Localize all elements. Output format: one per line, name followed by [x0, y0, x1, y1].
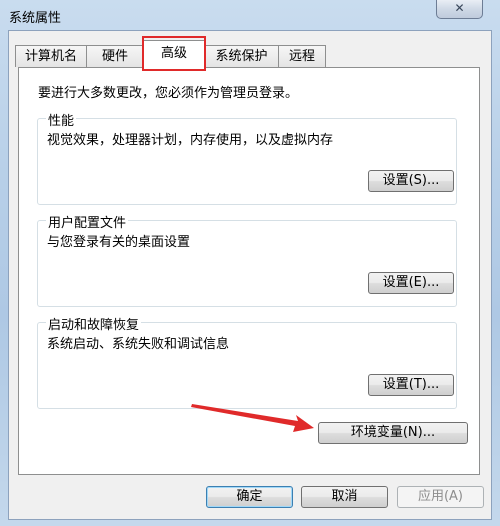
tab-advanced[interactable]: 高级 — [143, 40, 205, 68]
close-icon: ✕ — [454, 1, 465, 15]
cancel-button[interactable]: 取消 — [301, 486, 388, 508]
advanced-panel: 要进行大多数更改，您必须作为管理员登录。 性能 视觉效果，处理器计划，内存使用，… — [18, 67, 480, 475]
startup-recovery-title: 启动和故障恢复 — [46, 314, 142, 333]
user-profiles-title: 用户配置文件 — [46, 212, 129, 231]
user-profiles-group: 用户配置文件 与您登录有关的桌面设置 设置(E)... — [37, 212, 457, 307]
tab-label: 高级 — [160, 46, 187, 61]
user-profiles-settings-button[interactable]: 设置(E)... — [368, 272, 454, 294]
window-title: 系统属性 — [9, 11, 62, 26]
tab-computer-name[interactable]: 计算机名 — [15, 45, 87, 67]
tab-hardware[interactable]: 硬件 — [86, 45, 144, 67]
tab-system-protection[interactable]: 系统保护 — [204, 45, 279, 67]
performance-title: 性能 — [46, 110, 77, 129]
admin-note: 要进行大多数更改，您必须作为管理员登录。 — [38, 86, 299, 101]
tab-remote[interactable]: 远程 — [278, 45, 326, 67]
tab-label: 计算机名 — [24, 49, 77, 64]
apply-button[interactable]: 应用(A) — [397, 486, 484, 508]
environment-variables-button[interactable]: 环境变量(N)... — [318, 422, 468, 444]
tab-label: 远程 — [288, 49, 315, 64]
performance-settings-button[interactable]: 设置(S)... — [368, 170, 454, 192]
performance-description: 视觉效果，处理器计划，内存使用，以及虚拟内存 — [47, 133, 334, 148]
tab-label: 硬件 — [101, 49, 128, 64]
startup-recovery-description: 系统启动、系统失败和调试信息 — [47, 337, 230, 352]
tab-label: 系统保护 — [215, 49, 268, 64]
ok-button[interactable]: 确定 — [206, 486, 293, 508]
startup-recovery-settings-button[interactable]: 设置(T)... — [368, 374, 454, 396]
close-button[interactable]: ✕ — [436, 0, 483, 19]
startup-recovery-group: 启动和故障恢复 系统启动、系统失败和调试信息 设置(T)... — [37, 314, 457, 409]
dialog-client: 计算机名 硬件 高级 系统保护 远程 要进行大多数更改，您必须作为管理员登录。 … — [8, 30, 492, 520]
title-bar[interactable]: 系统属性 ✕ — [0, 0, 500, 30]
performance-group: 性能 视觉效果，处理器计划，内存使用，以及虚拟内存 设置(S)... — [37, 110, 457, 205]
user-profiles-description: 与您登录有关的桌面设置 — [47, 235, 191, 250]
